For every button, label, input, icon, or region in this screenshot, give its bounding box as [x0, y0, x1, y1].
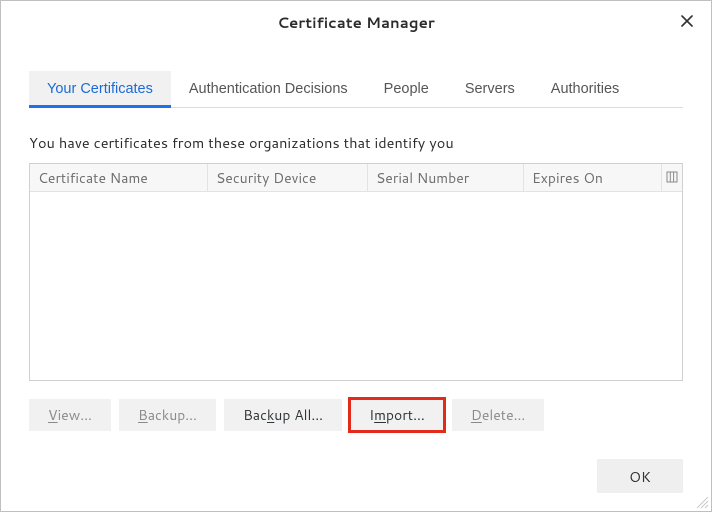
tab-label: People — [384, 81, 429, 97]
action-button-row: View… Backup… Backup All… Import… Delete… — [29, 399, 683, 431]
description-text: You have certificates from these organiz… — [29, 132, 683, 153]
dialog-footer: OK — [1, 451, 711, 511]
content-area: Your Certificates Authentication Decisio… — [1, 45, 711, 451]
titlebar: Certificate Manager — [1, 1, 711, 45]
column-header-certificate-name[interactable]: Certificate Name — [30, 164, 208, 191]
table-body-empty — [30, 192, 682, 380]
tab-label: Authentication Decisions — [189, 81, 348, 97]
tab-bar: Your Certificates Authentication Decisio… — [29, 71, 683, 108]
tab-authentication-decisions[interactable]: Authentication Decisions — [171, 71, 366, 107]
view-button: View… — [29, 399, 111, 431]
import-button[interactable]: Import… — [350, 399, 444, 431]
column-picker-icon — [666, 168, 678, 188]
certificates-table: Certificate Name Security Device Serial … — [29, 163, 683, 381]
column-header-serial-number[interactable]: Serial Number — [368, 164, 524, 191]
close-button[interactable] — [673, 9, 701, 37]
tab-label: Your Certificates — [47, 81, 153, 97]
window-title: Certificate Manager — [277, 12, 435, 33]
ok-button[interactable]: OK — [597, 459, 683, 493]
resize-grip-icon[interactable] — [693, 493, 709, 509]
tab-authorities[interactable]: Authorities — [533, 71, 638, 107]
delete-button: Delete… — [452, 399, 545, 431]
tab-label: Authorities — [551, 81, 620, 97]
tab-your-certificates[interactable]: Your Certificates — [29, 71, 171, 107]
table-header-row: Certificate Name Security Device Serial … — [30, 164, 682, 192]
backup-button: Backup… — [119, 399, 216, 431]
tab-label: Servers — [465, 81, 515, 97]
column-header-security-device[interactable]: Security Device — [208, 164, 368, 191]
tab-servers[interactable]: Servers — [447, 71, 533, 107]
backup-all-button[interactable]: Backup All… — [224, 399, 342, 431]
column-picker-button[interactable] — [662, 164, 682, 191]
certificate-manager-window: Certificate Manager Your Certificates Au… — [0, 0, 712, 512]
column-header-expires-on[interactable]: Expires On — [524, 164, 662, 191]
close-icon — [681, 15, 693, 31]
tab-people[interactable]: People — [366, 71, 447, 107]
